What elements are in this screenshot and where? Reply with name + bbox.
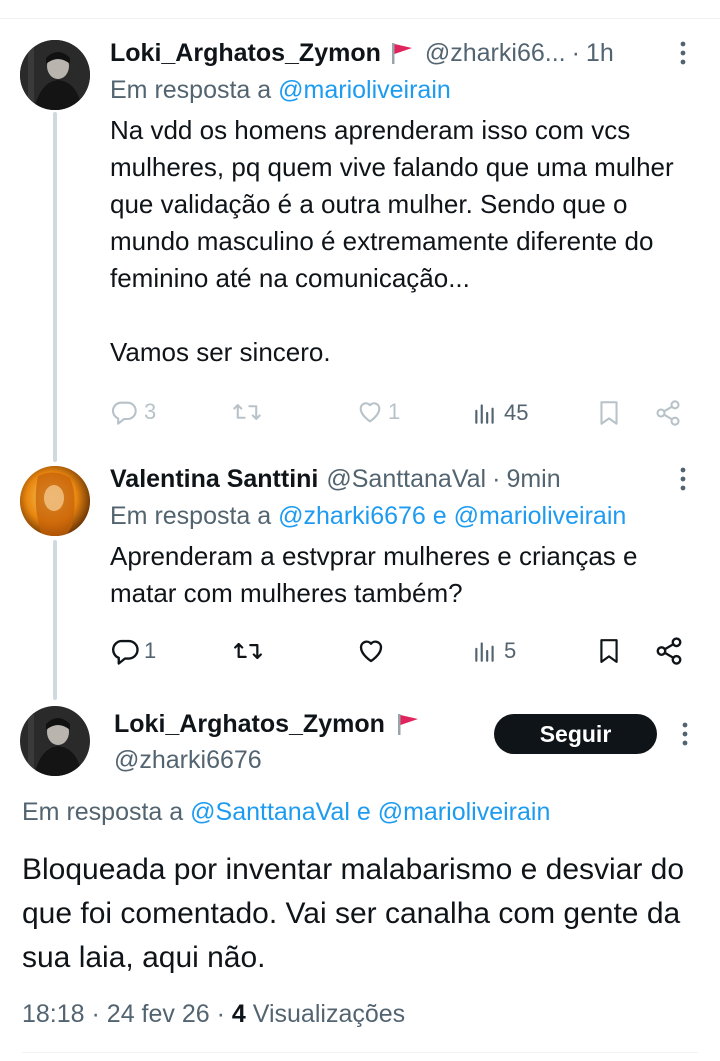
mention-link[interactable]: @SanttanaVal xyxy=(190,798,350,826)
retweet-button[interactable] xyxy=(232,637,264,665)
tweet-text: Na vdd os homens aprenderam isso com vcs… xyxy=(110,115,674,367)
share-icon xyxy=(656,400,680,426)
heart-icon xyxy=(359,402,381,423)
reply-prefix: Em resposta a xyxy=(110,502,272,530)
tweet-meta: 18:18 · 24 fev 26 · 4 Visualizações xyxy=(22,996,405,1032)
reply-context: Em resposta a @marioliveirain xyxy=(110,74,698,106)
share-icon xyxy=(656,637,682,665)
reply-icon xyxy=(111,401,137,425)
reply-prefix: Em resposta a xyxy=(22,798,184,826)
share-button[interactable] xyxy=(654,636,684,666)
separator: · xyxy=(492,464,501,493)
views-button[interactable]: 45 xyxy=(472,400,528,426)
top-divider xyxy=(0,18,720,19)
reply-count: 3 xyxy=(144,399,157,424)
mention-link[interactable]: @zharki6676 xyxy=(278,502,426,530)
views-button[interactable]: 5 xyxy=(472,638,516,664)
main-tweet-text: Bloqueada por inventar malabarismo e des… xyxy=(22,853,685,974)
heart-icon xyxy=(359,640,383,663)
reply-context: Em resposta a @SanttanaVal e @mariolivei… xyxy=(22,794,550,830)
separator: · xyxy=(91,1000,100,1028)
author-handle[interactable]: @zharki6676 xyxy=(114,742,262,778)
more-options-icon[interactable] xyxy=(668,464,698,494)
author-name[interactable]: Loki_Arghatos_Zymon xyxy=(110,39,381,68)
bookmark-icon xyxy=(600,639,618,663)
tweet-text: Aprenderam a estvprar mulheres e criança… xyxy=(110,541,638,608)
views-icon xyxy=(475,404,494,424)
author-name[interactable]: Valentina Santtini xyxy=(110,465,318,494)
reply-and: e xyxy=(432,502,447,530)
thread-line-1 xyxy=(53,112,57,462)
red-flag-icon xyxy=(397,714,418,735)
author-handle[interactable]: @SanttanaVal xyxy=(326,465,486,494)
author-handle[interactable]: @zharki66... xyxy=(425,39,566,68)
retweet-icon xyxy=(233,404,261,420)
author-name-text[interactable]: Loki_Arghatos_Zymon xyxy=(114,710,385,739)
separator: · xyxy=(571,38,580,67)
more-options-icon[interactable] xyxy=(670,719,700,749)
tweet-time[interactable]: 18:18 xyxy=(22,1000,85,1028)
bookmark-button[interactable] xyxy=(596,399,622,427)
share-button[interactable] xyxy=(654,399,682,427)
views-count: 4 xyxy=(231,1000,246,1028)
separator: · xyxy=(216,1000,225,1028)
reply-button[interactable]: 3 xyxy=(110,398,156,426)
views-label: Visualizações xyxy=(252,1000,406,1028)
views-icon xyxy=(475,642,494,662)
mention-link[interactable]: @marioliveirain xyxy=(378,798,551,826)
bottom-divider xyxy=(22,1052,698,1053)
reply-icon xyxy=(112,639,139,665)
tweet-date[interactable]: 24 fev 26 xyxy=(107,1000,210,1028)
mention-link[interactable]: @marioliveirain xyxy=(454,502,627,530)
timestamp[interactable]: 9min xyxy=(506,465,560,494)
avatar[interactable] xyxy=(20,706,90,776)
reply-tweet-2[interactable]: Valentina Santtini @SanttanaVal · 9min E… xyxy=(110,462,698,612)
views-count: 45 xyxy=(504,400,529,425)
thread-line-2 xyxy=(53,540,57,700)
reply-tweet-1[interactable]: Loki_Arghatos_Zymon @zharki66... · 1h Em… xyxy=(110,36,698,371)
more-options-icon[interactable] xyxy=(668,38,698,68)
reply-and: e xyxy=(356,798,371,826)
follow-button[interactable]: Seguir xyxy=(494,714,657,754)
mention-link[interactable]: @marioliveirain xyxy=(278,76,451,104)
retweet-button[interactable] xyxy=(232,398,262,426)
reply-button[interactable]: 1 xyxy=(110,636,156,666)
reply-prefix: Em resposta a xyxy=(110,76,272,104)
like-button[interactable]: 1 xyxy=(356,398,400,426)
avatar[interactable] xyxy=(20,40,90,110)
views-count: 5 xyxy=(504,638,517,663)
author-name[interactable]: Loki_Arghatos_Zymon xyxy=(114,706,421,742)
red-flag-icon xyxy=(391,43,412,64)
retweet-icon xyxy=(234,642,262,660)
avatar[interactable] xyxy=(20,466,90,536)
reply-context: Em resposta a @zharki6676 e @marioliveir… xyxy=(110,500,698,532)
bookmark-icon xyxy=(600,401,618,425)
like-button[interactable] xyxy=(356,636,386,666)
bookmark-button[interactable] xyxy=(596,636,622,666)
timestamp[interactable]: 1h xyxy=(586,39,614,68)
like-count: 1 xyxy=(388,399,401,424)
reply-count: 1 xyxy=(144,638,157,663)
